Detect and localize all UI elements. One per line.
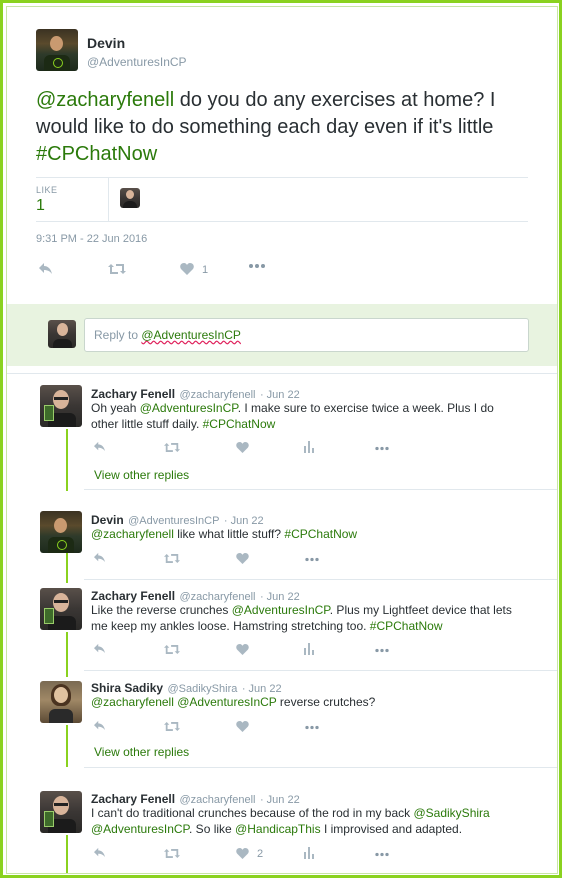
- reply-avatar[interactable]: [40, 681, 82, 723]
- reply-text: @zacharyfenell like what little stuff? #…: [91, 527, 358, 541]
- like-icon[interactable]: [236, 553, 249, 564]
- thread-line-2: [66, 553, 68, 583]
- like-icon[interactable]: [180, 263, 194, 275]
- likes-count[interactable]: 1: [36, 197, 45, 215]
- reply-author-name[interactable]: Zachary Fenell: [91, 792, 175, 806]
- retweet-icon[interactable]: [164, 442, 180, 453]
- reply-icon[interactable]: [93, 643, 106, 654]
- hashtag-link[interactable]: #CPChatNow: [203, 417, 276, 431]
- reply-icon[interactable]: [38, 262, 53, 275]
- liker-avatar[interactable]: [120, 188, 140, 208]
- tweet-frame: Devin @AdventuresInCP @zacharyfenell do …: [0, 0, 562, 878]
- reply-input[interactable]: Reply to @AdventuresInCP: [84, 318, 529, 352]
- reply-author-name[interactable]: Zachary Fenell: [91, 589, 175, 603]
- timestamp[interactable]: 9:31 PM - 22 Jun 2016: [36, 233, 147, 245]
- reply-author-name[interactable]: Zachary Fenell: [91, 387, 175, 401]
- more-icon[interactable]: [304, 557, 320, 562]
- analytics-icon[interactable]: [304, 643, 315, 655]
- reply-icon[interactable]: [93, 847, 106, 858]
- mention-link[interactable]: @HandicapThis: [235, 822, 321, 836]
- more-icon[interactable]: [374, 852, 390, 857]
- reply-text: I can't do traditional crunches because …: [91, 806, 490, 836]
- reply-icon[interactable]: [93, 441, 106, 452]
- mention-link[interactable]: @AdventuresInCP: [232, 603, 330, 617]
- retweet-icon[interactable]: [164, 553, 180, 564]
- mention-link[interactable]: @zacharyfenell: [36, 89, 174, 111]
- analytics-icon[interactable]: [304, 441, 315, 453]
- reply-avatar[interactable]: [40, 511, 82, 553]
- thread-line-4: [66, 725, 68, 767]
- thread-line-5: [66, 835, 68, 873]
- like-count: 1: [202, 264, 209, 276]
- stats-top-divider: [36, 177, 528, 178]
- mention-link[interactable]: @SadikyShira: [413, 806, 489, 820]
- hashtag-link[interactable]: #CPChatNow: [370, 619, 443, 633]
- reply-divider: [84, 489, 557, 490]
- reply-author-name[interactable]: Shira Sadiky: [91, 681, 163, 695]
- reply-divider: [84, 579, 557, 580]
- hashtag-link[interactable]: #CPChatNow: [284, 527, 357, 541]
- view-other-replies-link[interactable]: View other replies: [94, 745, 189, 759]
- more-icon[interactable]: [304, 725, 320, 730]
- mention-link[interactable]: @AdventuresInCP: [140, 401, 238, 415]
- analytics-icon[interactable]: [304, 847, 315, 859]
- mention-link[interactable]: @AdventuresInCP: [91, 822, 189, 836]
- author-name[interactable]: Devin: [87, 35, 125, 51]
- mention-link[interactable]: @zacharyfenell: [91, 527, 174, 541]
- view-other-replies-link[interactable]: View other replies: [94, 468, 189, 482]
- more-icon[interactable]: [374, 648, 390, 653]
- stats-bottom-divider: [36, 221, 528, 222]
- reply-avatar[interactable]: [40, 588, 82, 630]
- tweet-container: Devin @AdventuresInCP @zacharyfenell do …: [6, 6, 558, 874]
- hashtag-link[interactable]: #CPChatNow: [36, 143, 157, 165]
- stats-vertical-divider: [108, 177, 109, 221]
- more-icon[interactable]: [248, 263, 266, 269]
- retweet-icon[interactable]: [164, 721, 180, 732]
- reply-text: Oh yeah @AdventuresInCP. I make sure to …: [91, 401, 494, 431]
- reply-placeholder-prefix: Reply to: [94, 328, 142, 342]
- mention-link[interactable]: @AdventuresInCP: [177, 695, 276, 709]
- like-count: 2: [257, 848, 264, 860]
- reply-avatar[interactable]: [40, 385, 82, 427]
- retweet-icon[interactable]: [164, 848, 180, 859]
- like-icon[interactable]: [236, 442, 249, 453]
- reply-text: @zacharyfenell @AdventuresInCP reverse c…: [91, 695, 376, 709]
- thread-line-3: [66, 632, 68, 677]
- current-user-avatar: [48, 320, 76, 348]
- reply-icon[interactable]: [93, 720, 106, 731]
- thread-line-1: [66, 429, 68, 491]
- more-icon[interactable]: [374, 446, 390, 451]
- like-icon[interactable]: [236, 644, 249, 655]
- replies-top-divider: [7, 373, 557, 374]
- tweet-text: @zacharyfenell do you do any exercises a…: [36, 87, 516, 168]
- reply-divider: [84, 670, 557, 671]
- devin-avatar[interactable]: [36, 29, 78, 71]
- reply-divider: [84, 767, 557, 768]
- reply-icon[interactable]: [93, 552, 106, 563]
- like-icon[interactable]: [236, 721, 249, 732]
- reply-author-name[interactable]: Devin: [91, 513, 124, 527]
- retweet-icon[interactable]: [108, 263, 126, 275]
- reply-avatar[interactable]: [40, 791, 82, 833]
- retweet-icon[interactable]: [164, 644, 180, 655]
- mention-link[interactable]: @zacharyfenell: [91, 695, 174, 709]
- author-handle[interactable]: @AdventuresInCP: [87, 55, 187, 69]
- likes-label: LIKE: [36, 185, 58, 195]
- reply-text: Like the reverse crunches @AdventuresInC…: [91, 603, 512, 633]
- reply-placeholder-handle: @AdventuresInCP: [141, 328, 241, 342]
- like-icon[interactable]: [236, 848, 249, 859]
